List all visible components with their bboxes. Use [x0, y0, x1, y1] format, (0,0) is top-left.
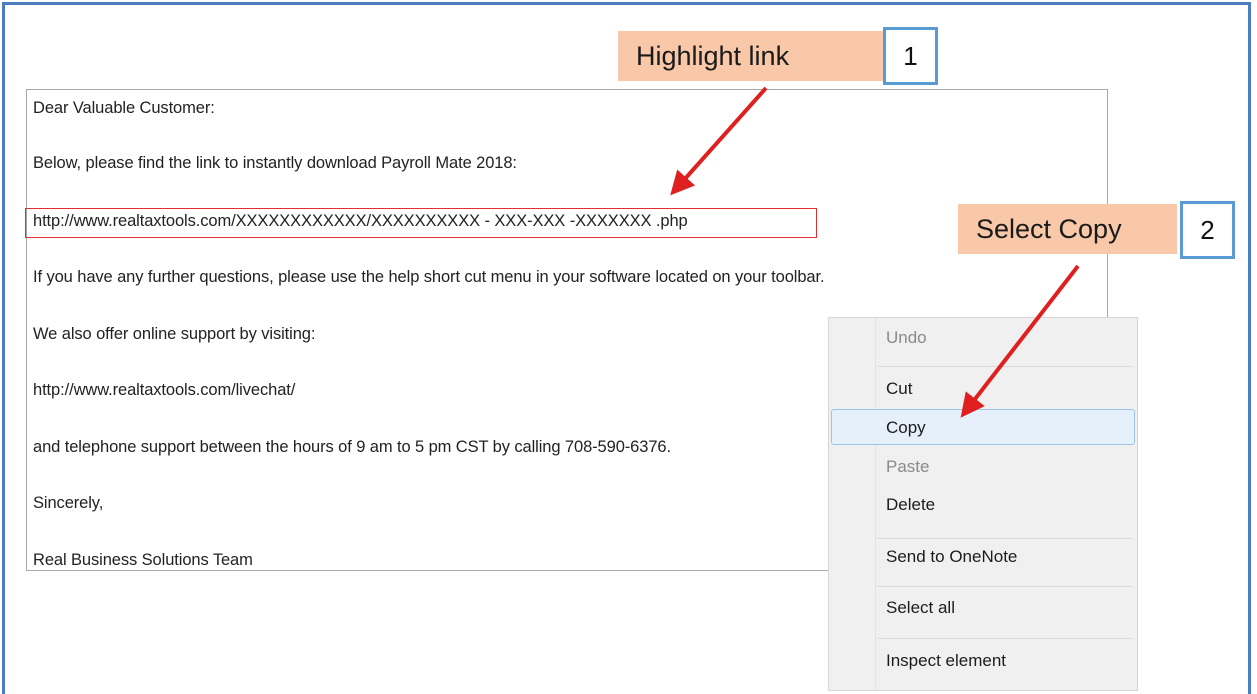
- menu-item-cut[interactable]: Cut: [886, 379, 912, 399]
- menu-separator: [877, 366, 1133, 367]
- menu-item-paste[interactable]: Paste: [886, 457, 929, 477]
- livechat-link[interactable]: http://www.realtaxtools.com/livechat/: [33, 381, 295, 400]
- support-intro-text: We also offer online support by visiting…: [33, 325, 316, 343]
- step2-label: Select Copy: [976, 213, 1122, 244]
- menu-item-send-to-onenote[interactable]: Send to OneNote: [886, 547, 1017, 567]
- greeting-text: Dear Valuable Customer:: [33, 99, 215, 117]
- menu-item-select-all[interactable]: Select all: [886, 598, 955, 618]
- menu-item-copy[interactable]: Copy: [886, 418, 926, 438]
- menu-item-delete[interactable]: Delete: [886, 495, 935, 515]
- step1-label: Highlight link: [636, 40, 790, 71]
- step1-number: 1: [903, 40, 918, 71]
- step1-badge: 1: [883, 27, 938, 85]
- step2-badge: 2: [1180, 201, 1235, 259]
- closing-text: Sincerely,: [33, 494, 104, 512]
- phone-support-text: and telephone support between the hours …: [33, 438, 671, 456]
- menu-separator: [877, 638, 1133, 639]
- step1-callout: Highlight link: [618, 31, 883, 81]
- menu-icon-gutter: [875, 318, 876, 690]
- step2-number: 2: [1200, 214, 1215, 245]
- download-link[interactable]: http://www.realtaxtools.com/XXXXXXXXXXXX…: [33, 212, 688, 231]
- step2-callout: Select Copy: [958, 204, 1177, 254]
- copy-highlight: [831, 409, 1135, 445]
- signature-text: Real Business Solutions Team: [33, 551, 253, 569]
- context-menu: Undo Cut Copy Paste Delete Send to OneNo…: [828, 317, 1138, 691]
- menu-item-undo[interactable]: Undo: [886, 328, 927, 348]
- questions-text: If you have any further questions, pleas…: [33, 268, 825, 286]
- menu-item-inspect-element[interactable]: Inspect element: [886, 651, 1006, 671]
- menu-separator: [877, 586, 1133, 587]
- intro-text: Below, please find the link to instantly…: [33, 154, 517, 172]
- menu-separator: [877, 538, 1133, 539]
